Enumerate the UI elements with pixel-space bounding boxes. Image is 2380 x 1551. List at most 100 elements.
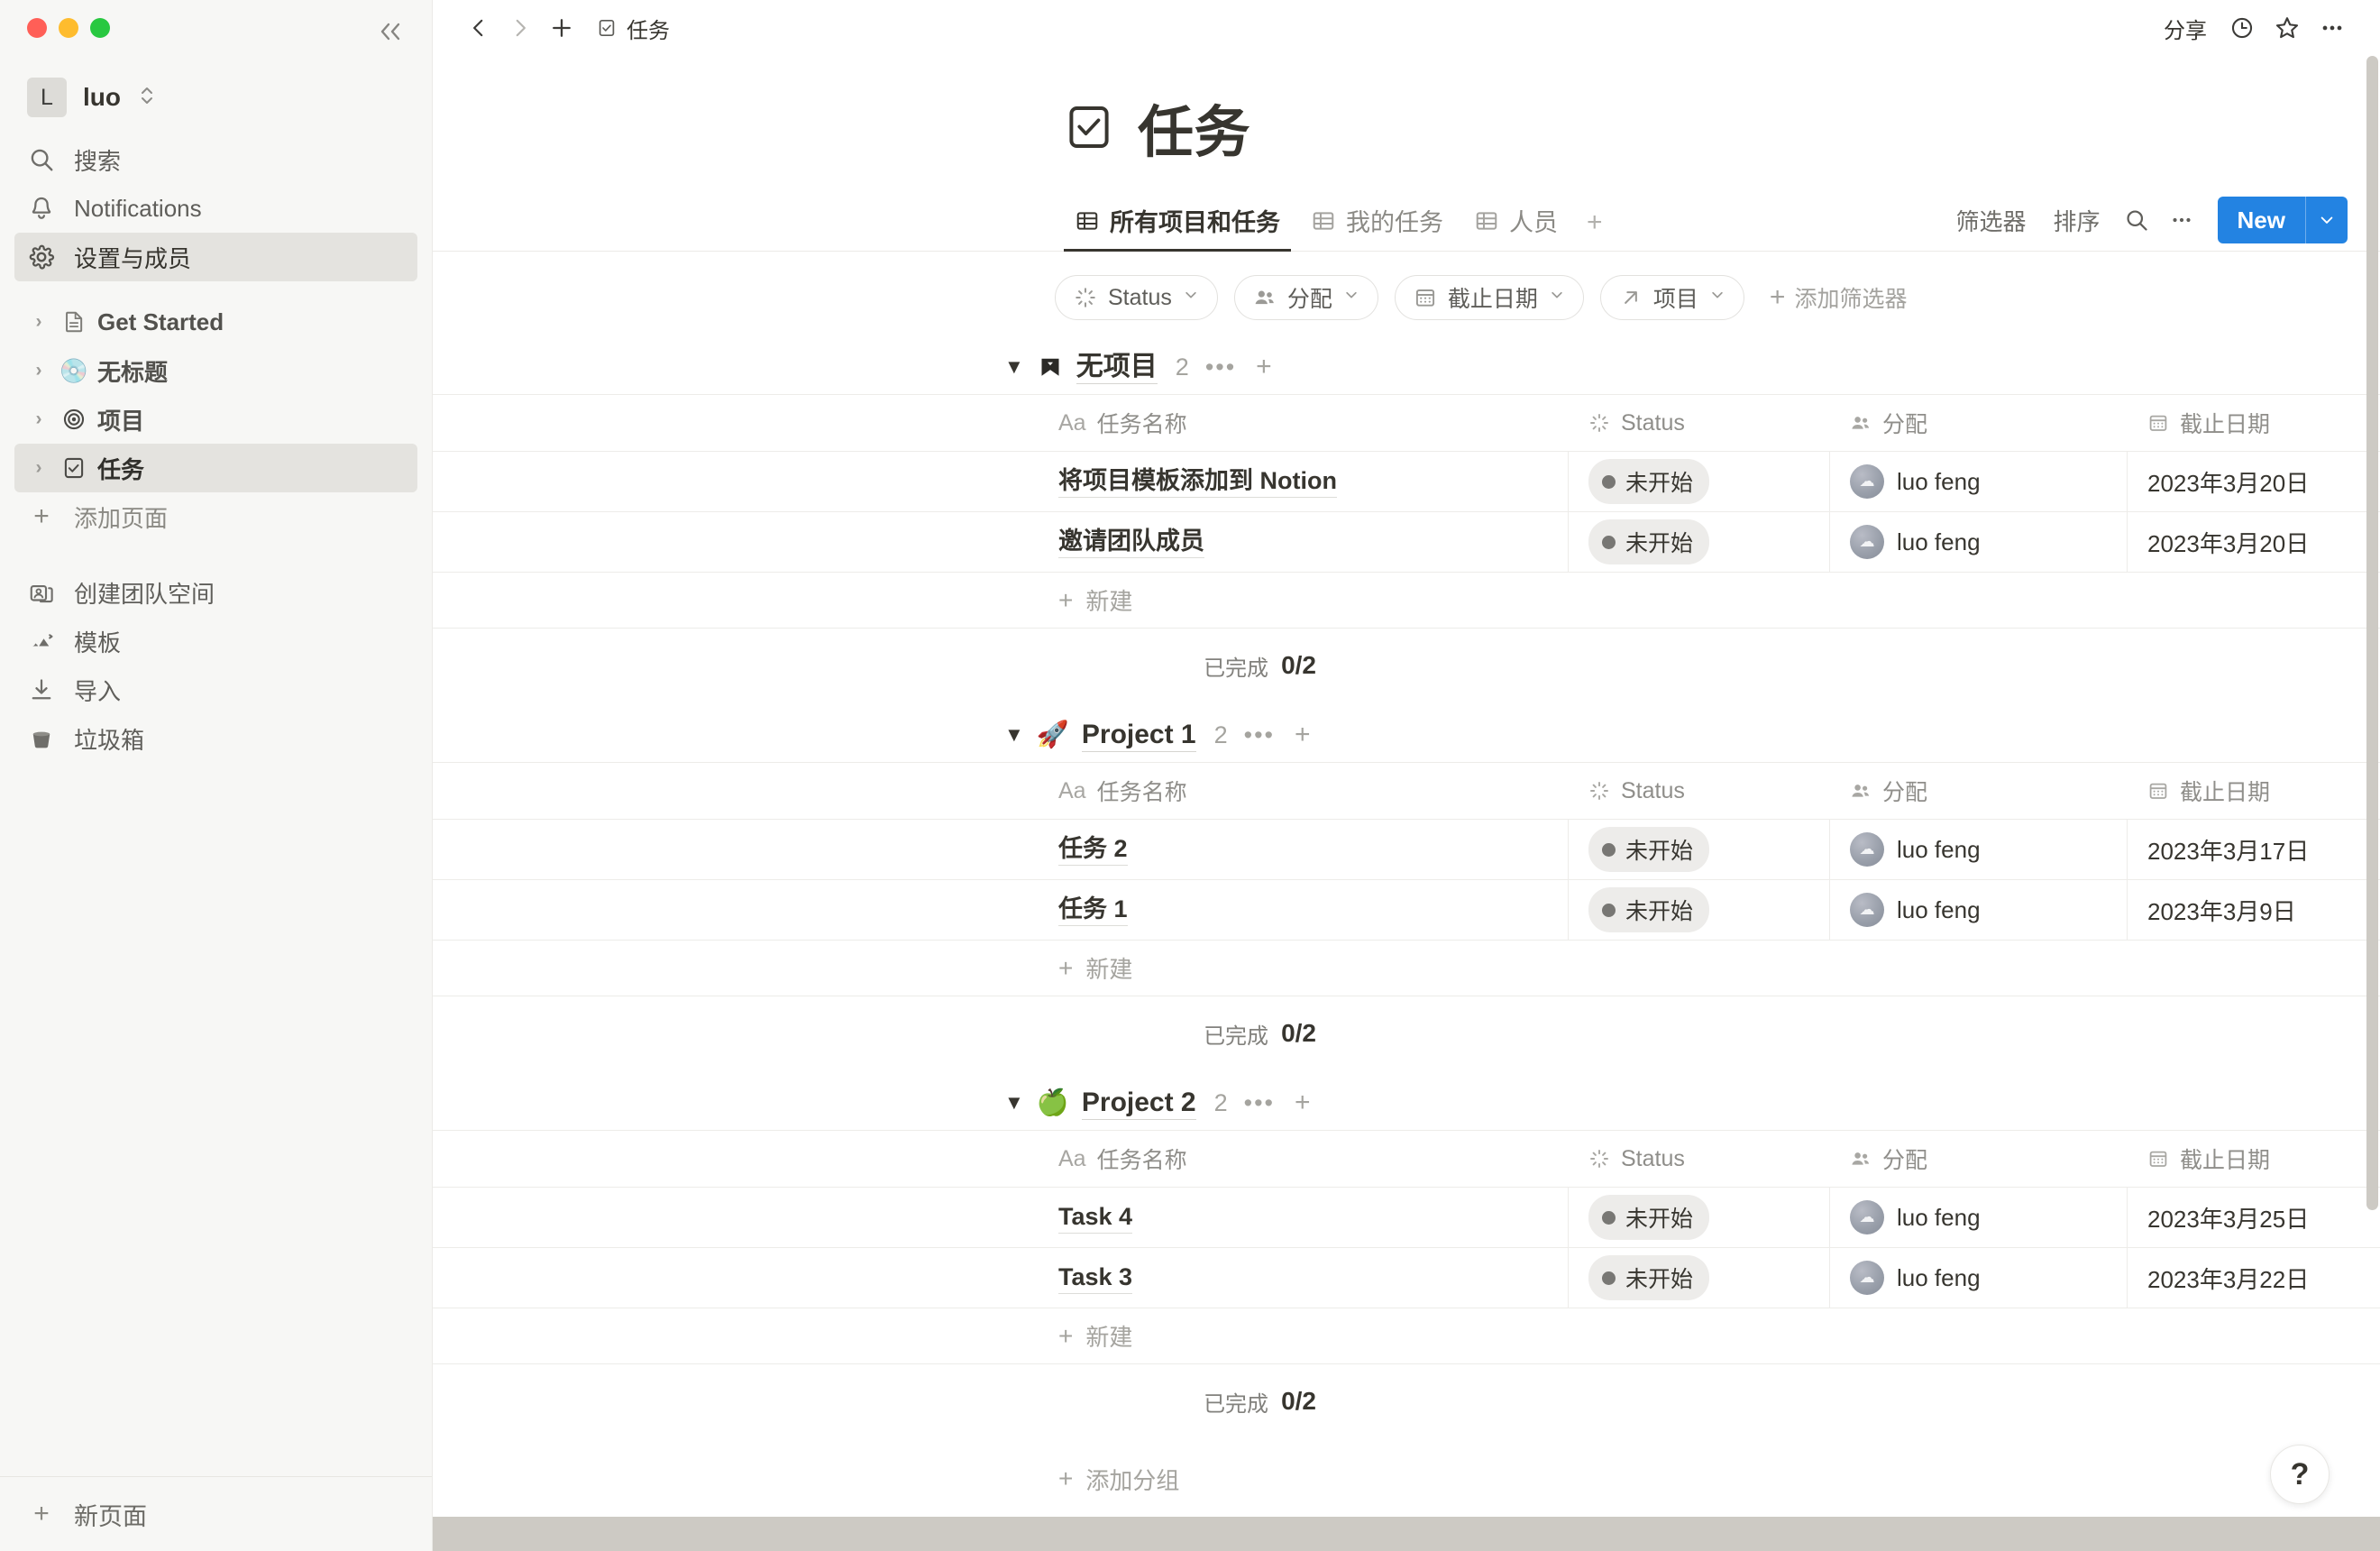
tab-my-tasks[interactable]: 我的任务 <box>1300 197 1454 251</box>
column-header-name[interactable]: Aa 任务名称 <box>1039 763 1569 819</box>
zoom-window-button[interactable] <box>90 18 110 38</box>
cell-status[interactable]: 未开始 <box>1569 512 1830 572</box>
cell-task-name[interactable]: 将项目模板添加到 Notion <box>1039 452 1569 511</box>
sort-button[interactable]: 排序 <box>2043 198 2111 243</box>
cell-status[interactable]: 未开始 <box>1569 1248 1830 1308</box>
table-row[interactable]: 邀请团队成员 未开始 ☁ luo feng 2023年3月20日 <box>433 512 2380 573</box>
ellipsis-icon[interactable] <box>2311 7 2353 49</box>
cell-task-name[interactable]: 邀请团队成员 <box>1039 512 1569 572</box>
page-icon-checkbox-icon[interactable] <box>1064 102 1114 152</box>
cell-assignee[interactable]: ☁ luo feng <box>1830 1188 2128 1247</box>
cell-due-date[interactable]: 2023年3月22日 <box>2128 1248 2380 1308</box>
table-row[interactable]: Task 3 未开始 ☁luo feng 2023年3月22日 🍏Project… <box>433 1248 2380 1308</box>
column-header-due-date[interactable]: 截止日期 <box>2128 1131 2380 1187</box>
group-more-icon[interactable]: ••• <box>1240 1089 1278 1117</box>
cell-due-date[interactable]: 2023年3月25日 <box>2128 1188 2380 1247</box>
column-header-status[interactable]: Status <box>1569 395 1830 451</box>
sidebar-page-tasks[interactable]: › 任务 <box>14 444 417 492</box>
table-row[interactable]: 将项目模板添加到 Notion 未开始 ☁ luo feng 2023年3月20日 <box>433 452 2380 512</box>
add-view-button[interactable]: + <box>1578 202 1614 251</box>
cell-assignee[interactable]: ☁ luo feng <box>1830 1248 2128 1308</box>
group-more-icon[interactable]: ••• <box>1202 353 1240 381</box>
group-name[interactable]: Project 1 <box>1081 718 1196 753</box>
cell-status[interactable]: 未开始 <box>1569 1188 1830 1247</box>
filter-chip-project[interactable]: 项目 <box>1599 275 1744 320</box>
ellipsis-icon[interactable] <box>2162 202 2202 238</box>
vertical-scrollbar[interactable] <box>2364 56 2380 1517</box>
chevron-right-icon[interactable]: › <box>27 311 50 333</box>
chevron-down-icon[interactable] <box>2306 197 2348 243</box>
cell-due-date[interactable]: 2023年3月20日 <box>2128 452 2380 511</box>
page-title[interactable]: 任务 <box>1138 87 1250 168</box>
minimize-window-button[interactable] <box>59 18 78 38</box>
sidebar-item-trash[interactable]: 垃圾箱 <box>14 714 417 763</box>
sidebar-item-import[interactable]: 导入 <box>14 665 417 714</box>
column-header-assignee[interactable]: 分配 <box>1830 395 2128 451</box>
table-row[interactable]: Task 4 未开始 ☁luo feng 2023年3月25日 🍏Project… <box>433 1188 2380 1248</box>
star-icon[interactable] <box>2266 7 2308 49</box>
filter-button[interactable]: 筛选器 <box>1945 198 2037 243</box>
group-add-icon[interactable]: + <box>1291 1088 1314 1118</box>
add-page-button[interactable]: + 添加页面 <box>14 492 417 541</box>
task-name-link[interactable]: 邀请团队成员 <box>1058 526 1204 559</box>
new-page-button[interactable]: + 新页面 <box>14 1490 417 1538</box>
new-record-button[interactable]: New <box>2217 197 2348 243</box>
cell-status[interactable]: 未开始 <box>1569 820 1830 879</box>
filter-chip-status[interactable]: Status <box>1055 275 1218 320</box>
sidebar-page-projects[interactable]: › 项目 <box>14 395 417 444</box>
add-filter-button[interactable]: + 添加筛选器 <box>1761 276 1917 319</box>
cell-task-name[interactable]: 任务 2 <box>1039 820 1569 879</box>
table-row[interactable]: 任务 1 未开始 ☁luo feng 2023年3月9日 🚀Project 1 <box>433 880 2380 941</box>
workspace-switcher[interactable]: L luo <box>14 70 417 124</box>
column-header-assignee[interactable]: 分配 <box>1830 763 2128 819</box>
filter-chip-assignee[interactable]: 分配 <box>1233 275 1378 320</box>
column-header-status[interactable]: Status <box>1569 763 1830 819</box>
nav-forward-icon[interactable] <box>499 7 541 49</box>
filter-chip-due-date[interactable]: 截止日期 <box>1394 275 1584 320</box>
cell-assignee[interactable]: ☁ luo feng <box>1830 880 2128 940</box>
chevron-right-icon[interactable]: › <box>27 408 50 430</box>
chevron-right-icon[interactable]: › <box>27 457 50 479</box>
cell-status[interactable]: 未开始 <box>1569 452 1830 511</box>
vertical-scrollbar-thumb[interactable] <box>2366 56 2378 1210</box>
group-more-icon[interactable]: ••• <box>1240 721 1278 749</box>
sidebar-item-notifications[interactable]: Notifications <box>14 184 417 233</box>
cell-due-date[interactable]: 2023年3月9日 <box>2128 880 2380 940</box>
collapse-group-icon[interactable]: ▼ <box>1004 723 1024 747</box>
cell-status[interactable]: 未开始 <box>1569 880 1830 940</box>
tab-all-projects-and-tasks[interactable]: 所有项目和任务 <box>1064 197 1291 252</box>
cell-due-date[interactable]: 2023年3月17日 <box>2128 820 2380 879</box>
group-name[interactable]: Project 2 <box>1081 1086 1196 1121</box>
add-row-button[interactable]: + 新建 <box>433 941 2380 996</box>
column-header-assignee[interactable]: 分配 <box>1830 1131 2128 1187</box>
collapse-group-icon[interactable]: ▼ <box>1004 355 1024 379</box>
sidebar-page-untitled[interactable]: › 💿 无标题 <box>14 346 417 395</box>
close-window-button[interactable] <box>27 18 47 38</box>
nav-back-icon[interactable] <box>458 7 499 49</box>
add-group-button[interactable]: + 添加分组 <box>433 1451 2380 1507</box>
cell-task-name[interactable]: Task 4 <box>1039 1188 1569 1247</box>
add-row-button[interactable]: + 新建 <box>433 573 2380 629</box>
help-button[interactable]: ? <box>2270 1445 2330 1504</box>
group-name[interactable]: 无项目 <box>1076 350 1158 385</box>
cell-assignee[interactable]: ☁ luo feng <box>1830 820 2128 879</box>
cell-due-date[interactable]: 2023年3月20日 <box>2128 512 2380 572</box>
collapse-group-icon[interactable]: ▼ <box>1004 1091 1024 1115</box>
tab-people[interactable]: 人员 <box>1463 197 1569 251</box>
column-header-due-date[interactable]: 截止日期 <box>2128 395 2380 451</box>
sidebar-item-templates[interactable]: 模板 <box>14 617 417 665</box>
column-header-name[interactable]: Aa 任务名称 <box>1039 1131 1569 1187</box>
table-row[interactable]: 任务 2 未开始 ☁luo feng 2023年3月17日 🚀Project 1 <box>433 820 2380 880</box>
cell-assignee[interactable]: ☁ luo feng <box>1830 452 2128 511</box>
add-row-button[interactable]: + 新建 <box>433 1308 2380 1364</box>
sidebar-item-search[interactable]: 搜索 <box>14 135 417 184</box>
group-add-icon[interactable]: + <box>1252 352 1276 382</box>
task-name-link[interactable]: Task 3 <box>1058 1262 1133 1295</box>
cell-assignee[interactable]: ☁ luo feng <box>1830 512 2128 572</box>
column-header-status[interactable]: Status <box>1569 1131 1830 1187</box>
new-page-plus-icon[interactable] <box>541 7 582 49</box>
chevron-right-icon[interactable]: › <box>27 360 50 381</box>
task-name-link[interactable]: 任务 2 <box>1058 833 1128 867</box>
breadcrumb[interactable]: 任务 <box>588 8 678 49</box>
cell-task-name[interactable]: Task 3 <box>1039 1248 1569 1308</box>
